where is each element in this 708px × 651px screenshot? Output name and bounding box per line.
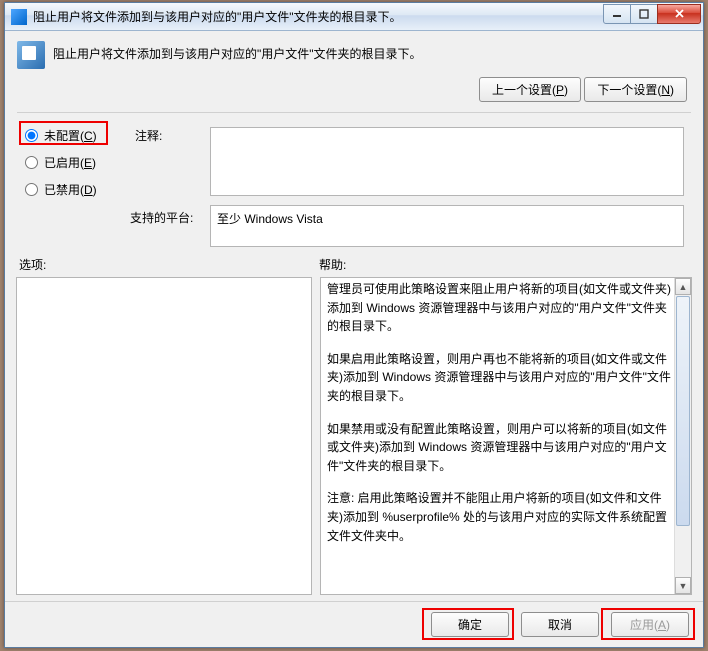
help-pane: 管理员可使用此策略设置来阻止用户将新的项目(如文件或文件夹)添加到 Window… (320, 277, 692, 595)
scroll-up-arrow-icon[interactable]: ▲ (675, 278, 691, 295)
options-pane (16, 277, 312, 595)
minimize-button[interactable] (603, 4, 631, 24)
next-setting-button[interactable]: 下一个设置(N) (584, 77, 687, 102)
scroll-down-arrow-icon[interactable]: ▼ (675, 577, 691, 594)
radio-enabled-input[interactable] (25, 156, 38, 169)
minimize-icon (612, 9, 622, 19)
options-label: 选项: (19, 256, 319, 273)
ok-button[interactable]: 确定 (431, 612, 509, 637)
policy-icon (17, 41, 45, 69)
policy-description: 阻止用户将文件添加到与该用户对应的"用户文件"文件夹的根目录下。 (53, 41, 422, 62)
maximize-button[interactable] (630, 4, 658, 24)
window-title: 阻止用户将文件添加到与该用户对应的"用户文件"文件夹的根目录下。 (33, 8, 604, 25)
scroll-thumb[interactable] (676, 296, 690, 526)
help-scrollbar[interactable]: ▲ ▼ (674, 278, 691, 594)
help-para: 管理员可使用此策略设置来阻止用户将新的项目(如文件或文件夹)添加到 Window… (327, 280, 673, 336)
nav-row: 上一个设置(P) 下一个设置(N) (5, 73, 703, 102)
help-para: 注意: 启用此策略设置并不能阻止用户将新的项目(如文件和文件夹)添加到 %use… (327, 489, 673, 545)
platform-label: 支持的平台: (130, 209, 193, 226)
previous-setting-button[interactable]: 上一个设置(P) (479, 77, 581, 102)
footer: 确定 取消 应用(A) (5, 601, 703, 647)
header-row: 阻止用户将文件添加到与该用户对应的"用户文件"文件夹的根目录下。 (5, 31, 703, 73)
state-radios: 未配置(C) 已启用(E) 已禁用(D) (25, 127, 97, 208)
cancel-button[interactable]: 取消 (521, 612, 599, 637)
divider (17, 112, 691, 113)
radio-enabled[interactable]: 已启用(E) (25, 154, 97, 171)
help-para: 如果禁用或没有配置此策略设置，则用户可以将新的项目(如文件或文件夹)添加到 Wi… (327, 420, 673, 476)
app-icon (11, 9, 27, 25)
config-area: 未配置(C) 已启用(E) 已禁用(D) 注释: 支持的平台: 至少 Windo… (5, 119, 703, 259)
close-icon (674, 8, 685, 19)
help-para: 如果启用此策略设置，则用户再也不能将新的项目(如文件或文件夹)添加到 Windo… (327, 350, 673, 406)
pane-labels: 选项: 帮助: (19, 256, 689, 273)
titlebar[interactable]: 阻止用户将文件添加到与该用户对应的"用户文件"文件夹的根目录下。 (5, 3, 703, 31)
content-area: 阻止用户将文件添加到与该用户对应的"用户文件"文件夹的根目录下。 上一个设置(P… (5, 31, 703, 647)
platform-box: 至少 Windows Vista (210, 205, 684, 247)
help-text: 管理员可使用此策略设置来阻止用户将新的项目(如文件或文件夹)添加到 Window… (327, 280, 673, 592)
panes: 管理员可使用此策略设置来阻止用户将新的项目(如文件或文件夹)添加到 Window… (16, 277, 692, 595)
close-button[interactable] (657, 4, 701, 24)
radio-not-configured[interactable]: 未配置(C) (25, 127, 97, 144)
radio-disabled[interactable]: 已禁用(D) (25, 181, 97, 198)
comment-label: 注释: (135, 127, 162, 144)
help-label: 帮助: (319, 256, 346, 273)
maximize-icon (639, 9, 649, 19)
platform-text: 至少 Windows Vista (217, 212, 323, 226)
apply-button[interactable]: 应用(A) (611, 612, 689, 637)
window-buttons (604, 4, 701, 24)
comment-textarea[interactable] (210, 127, 684, 196)
policy-dialog: 阻止用户将文件添加到与该用户对应的"用户文件"文件夹的根目录下。 阻止用户将文件… (4, 2, 704, 648)
radio-disabled-input[interactable] (25, 183, 38, 196)
radio-not-configured-input[interactable] (25, 129, 38, 142)
